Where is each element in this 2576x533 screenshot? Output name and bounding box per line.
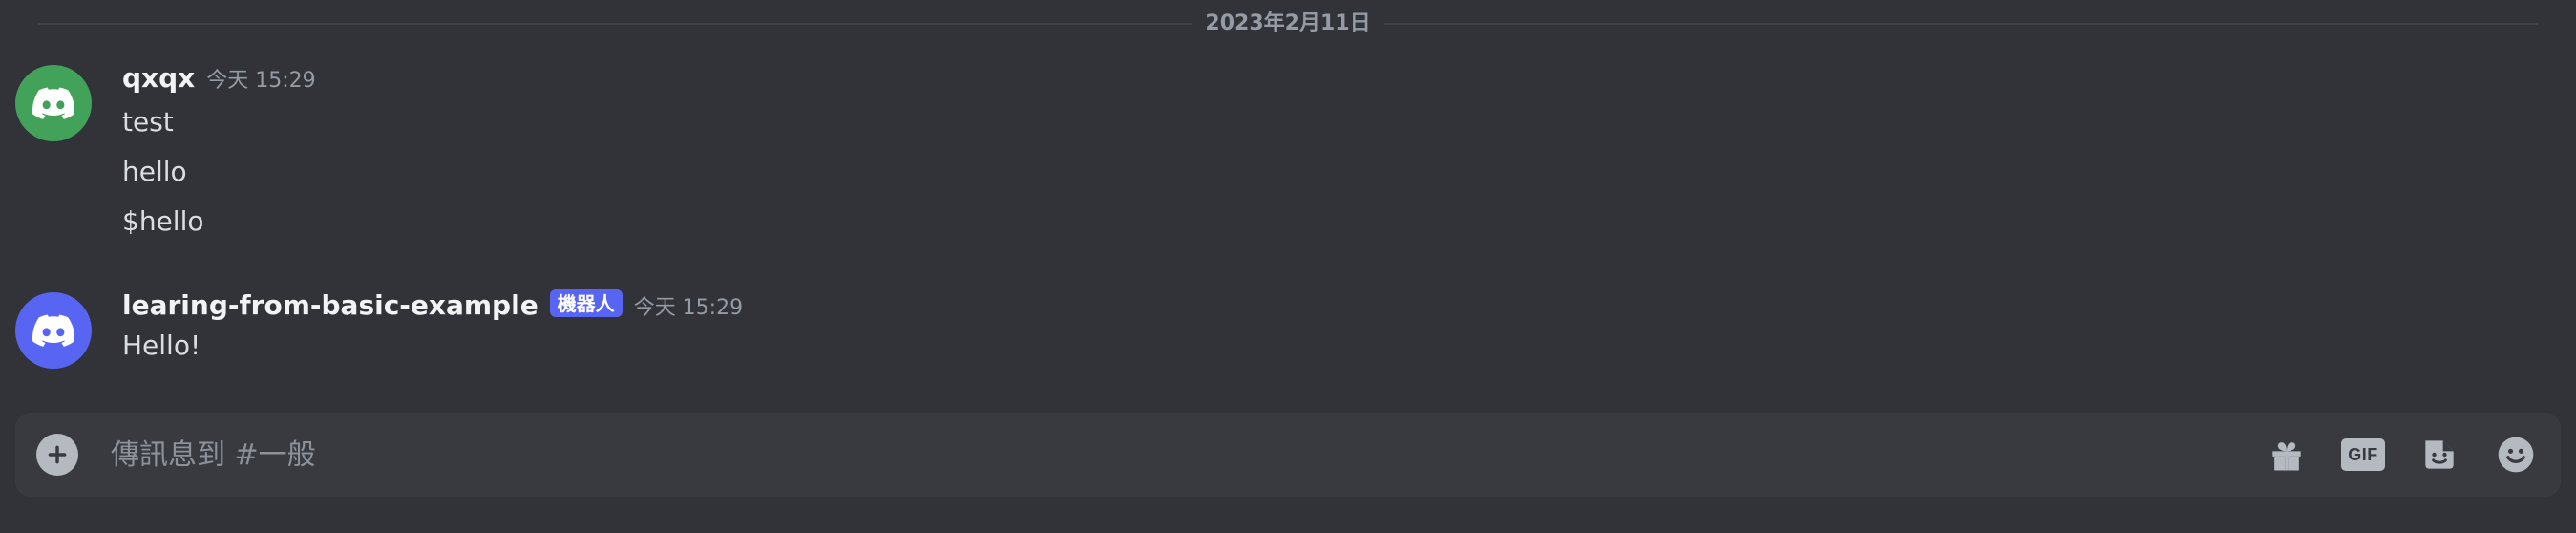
sticker-button[interactable] [2416,431,2463,479]
message-input[interactable] [109,437,2244,473]
chat-window: 2023年2月11日 qxqx 今天 15:29 test hello $hel… [0,0,2576,533]
gif-button[interactable]: GIF [2339,431,2387,479]
message-input-wrapper [109,413,2244,497]
date-divider: 2023年2月11日 [38,10,2538,38]
gift-icon [2272,442,2301,471]
timestamp[interactable]: 今天 15:29 [634,289,743,328]
message-text: hello [122,156,187,187]
discord-logo-icon [32,87,74,119]
composer-tools: GIF [2263,431,2540,479]
message-header: learing-from-basic-example 機器人 今天 15:29 [122,287,2538,325]
gift-button[interactable] [2263,431,2311,479]
message-text: test [122,106,174,138]
gif-label: GIF [2348,444,2378,464]
bot-badge: 機器人 [549,289,623,317]
message-text: Hello! [122,330,201,361]
sticker-icon [2425,440,2454,469]
date-divider-label: 2023年2月11日 [1205,11,1371,35]
gif-icon: GIF [2341,438,2385,471]
add-attachment-button[interactable] [36,434,78,476]
username[interactable]: qxqx [122,59,195,97]
avatar[interactable] [15,292,92,369]
avatar[interactable] [15,65,92,141]
plus-circle-icon [48,445,67,464]
message-text: $hello [122,205,204,237]
message-composer: GIF [15,413,2561,497]
emoji-button[interactable] [2492,431,2540,479]
message-content: learing-from-basic-example 機器人 今天 15:29 … [122,287,2538,367]
discord-logo-icon [32,314,74,347]
username[interactable]: learing-from-basic-example [122,287,538,325]
message-content: qxqx 今天 15:29 test hello $hello [122,59,2538,246]
message-header: qxqx 今天 15:29 [122,59,2538,97]
timestamp[interactable]: 今天 15:29 [206,62,315,100]
emoji-icon [2498,437,2534,473]
